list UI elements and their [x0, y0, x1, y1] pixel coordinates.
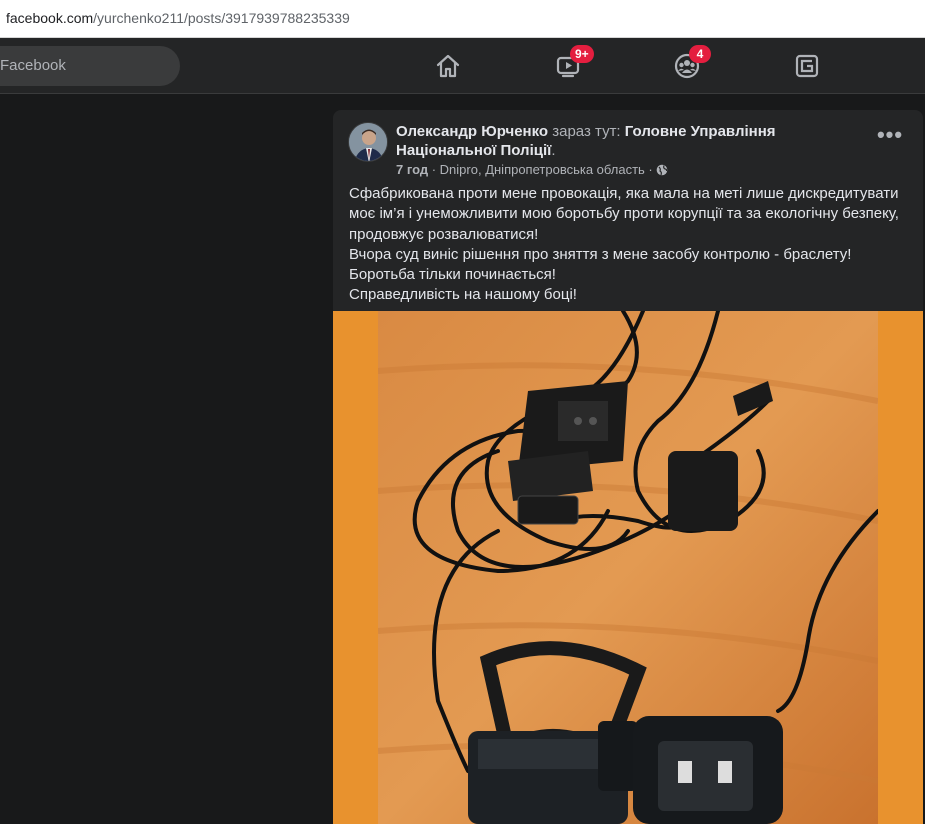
post-text-line: продовжує розвалюватися! [349, 225, 539, 243]
url-host: facebook.com [6, 10, 94, 26]
nav-gaming-button[interactable] [791, 50, 823, 82]
home-icon [436, 54, 460, 78]
gaming-icon [795, 54, 819, 78]
meta-separator-2: · [644, 162, 657, 177]
search-placeholder: Facebook [0, 57, 66, 74]
author-name[interactable]: Олександр Юрченко [396, 123, 548, 140]
post-text-line: моє ім’я і унеможливити мою боротьбу про… [349, 205, 899, 223]
post-image [378, 311, 878, 824]
url-path: /yurchenko211/posts/3917939788235339 [93, 10, 350, 26]
more-options-button[interactable]: ••• [876, 124, 904, 152]
post-text: Сфабрикована проти мене провокація, яка … [349, 184, 914, 306]
post-text-line: Боротьба тільки починається! [349, 266, 556, 284]
post-time[interactable]: 7 год [396, 162, 428, 177]
url-text[interactable]: facebook.com/yurchenko211/posts/39179397… [6, 10, 350, 26]
post-text-line: Сфабрикована проти мене провокація, яка … [349, 185, 899, 202]
search-input[interactable]: Facebook [0, 46, 180, 86]
post-text-line: Вчора суд виніс рішення про зняття з мен… [349, 245, 852, 263]
post-photo[interactable] [333, 311, 923, 824]
globe-icon [656, 164, 668, 179]
post-meta: 7 год · Dnipro, Дніпропетровська область… [396, 162, 668, 179]
meta-separator: · [428, 162, 440, 177]
browser-address-bar[interactable]: facebook.com/yurchenko211/posts/39179397… [0, 0, 925, 38]
location-prefix: зараз тут: [548, 123, 625, 140]
groups-notification-badge: 4 [689, 45, 711, 63]
nav-groups-button[interactable]: 4 [671, 45, 711, 82]
nav-watch-button[interactable]: 9+ [552, 45, 594, 82]
facebook-top-nav: Facebook 9+ 4 [0, 38, 925, 94]
author-avatar[interactable] [348, 122, 388, 162]
watch-notification-badge: 9+ [570, 45, 594, 63]
post-header: Олександр Юрченко зараз тут: Головне Упр… [396, 122, 876, 160]
post-city[interactable]: Dnipro, Дніпропетровська область [440, 162, 645, 177]
location-suffix: . [551, 142, 556, 159]
avatar-photo [349, 123, 387, 161]
post-text-line: Справедливість на нашому боці! [349, 286, 577, 304]
post-card: Олександр Юрченко зараз тут: Головне Упр… [333, 110, 923, 824]
nav-home-button[interactable] [432, 50, 464, 82]
